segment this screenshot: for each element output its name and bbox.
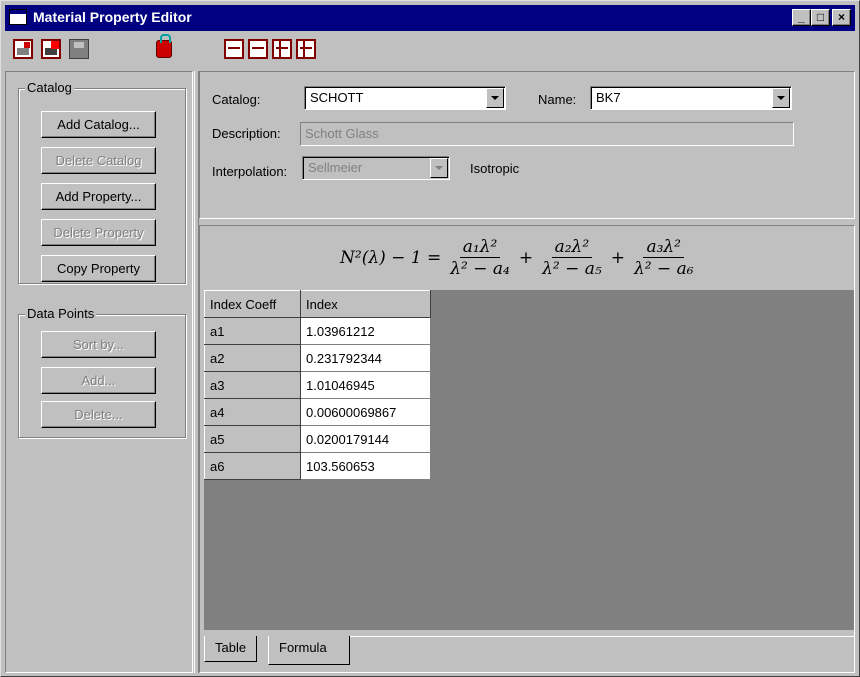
window-title: Material Property Editor xyxy=(33,9,192,25)
tab-formula[interactable]: Formula xyxy=(268,636,350,665)
row-label: a2 xyxy=(204,344,301,372)
index-cell[interactable]: 0.0200179144 xyxy=(300,425,431,453)
interpolation-select-value: Sellmeier xyxy=(308,160,363,175)
delete-data-point-button[interactable]: Delete... xyxy=(41,401,156,428)
table-row: a3 1.01046945 xyxy=(204,371,431,399)
name-select[interactable]: BK7 xyxy=(590,86,792,110)
minimize-button[interactable]: _ xyxy=(792,9,811,26)
index-cell[interactable]: 103.560653 xyxy=(300,452,431,480)
row-label: a6 xyxy=(204,452,301,480)
formula-lhs: N²(λ) − 1 = xyxy=(340,248,442,268)
index-cell[interactable]: 0.231792344 xyxy=(300,344,431,372)
table-row: a2 0.231792344 xyxy=(204,344,431,372)
open-file-icon[interactable] xyxy=(41,39,61,59)
row-label: a1 xyxy=(204,317,301,345)
row-label: a3 xyxy=(204,371,301,399)
open-catalog-icon[interactable] xyxy=(13,39,33,59)
catalog-select-value: SCHOTT xyxy=(310,90,364,105)
table-row: a4 0.00600069867 xyxy=(204,398,431,426)
delete-catalog-button[interactable]: Delete Catalog xyxy=(41,147,156,174)
move-down-icon[interactable] xyxy=(272,39,292,59)
catalog-group-title: Catalog xyxy=(25,80,74,95)
save-icon[interactable] xyxy=(69,39,89,59)
app-icon xyxy=(9,9,27,25)
formula-table-panel: N²(λ) − 1 = a₁λ² λ² − a₄ + a₂λ² λ² − a₅ … xyxy=(199,225,855,673)
coefficient-table: Index Coeff Index a1 1.03961212 a2 0.231… xyxy=(204,290,431,480)
tab-strip: Table Formula xyxy=(200,636,854,672)
lock-icon[interactable] xyxy=(156,34,172,58)
title-bar[interactable]: Material Property Editor _ □ × xyxy=(5,5,855,31)
table-row: a1 1.03961212 xyxy=(204,317,431,345)
formula-term-1: a₁λ² λ² − a₄ xyxy=(450,236,510,279)
delete-row-icon[interactable] xyxy=(248,39,268,59)
table-header-row: Index Coeff Index xyxy=(204,290,431,318)
table-row: a5 0.0200179144 xyxy=(204,425,431,453)
column-header-index-coeff[interactable]: Index Coeff xyxy=(204,290,301,318)
material-property-editor-window: Material Property Editor _ □ × Catalog A… xyxy=(0,0,860,677)
data-points-group-title: Data Points xyxy=(25,306,97,321)
row-label: a4 xyxy=(204,398,301,426)
add-property-button[interactable]: Add Property... xyxy=(41,183,156,210)
formula-plus: + xyxy=(518,248,534,268)
formula-plus: + xyxy=(610,248,625,268)
chevron-down-icon[interactable] xyxy=(772,88,790,108)
left-panel: Catalog Add Catalog... Delete Catalog Ad… xyxy=(5,71,193,673)
index-cell[interactable]: 0.00600069867 xyxy=(300,398,431,426)
description-field[interactable]: Schott Glass xyxy=(300,122,794,146)
name-label: Name: xyxy=(538,92,577,107)
catalog-label: Catalog: xyxy=(212,92,261,107)
close-button[interactable]: × xyxy=(832,9,851,26)
sort-by-button[interactable]: Sort by... xyxy=(41,331,156,358)
copy-property-button[interactable]: Copy Property xyxy=(41,255,156,282)
tab-table[interactable]: Table xyxy=(204,636,258,662)
sellmeier-formula: N²(λ) − 1 = a₁λ² λ² − a₄ + a₂λ² λ² − a₅ … xyxy=(340,230,697,286)
row-label: a5 xyxy=(204,425,301,453)
name-select-value: BK7 xyxy=(596,90,621,105)
chevron-down-icon[interactable] xyxy=(486,88,504,108)
catalog-group: Catalog Add Catalog... Delete Catalog Ad… xyxy=(18,80,186,284)
column-header-index[interactable]: Index xyxy=(300,290,431,318)
toolbar xyxy=(5,33,855,67)
move-up-icon[interactable] xyxy=(296,39,316,59)
interpolation-label: Interpolation: xyxy=(212,164,288,179)
formula-term-3: a₃λ² λ² − a₆ xyxy=(633,236,694,279)
coefficient-grid: Index Coeff Index a1 1.03961212 a2 0.231… xyxy=(204,290,854,630)
tab-strip-line xyxy=(350,636,854,637)
interpolation-select[interactable]: Sellmeier xyxy=(302,156,450,180)
formula-term-2: a₂λ² λ² − a₅ xyxy=(542,236,602,279)
table-row: a6 103.560653 xyxy=(204,452,431,480)
index-cell[interactable]: 1.03961212 xyxy=(300,317,431,345)
isotropy-label: Isotropic xyxy=(470,161,520,176)
delete-property-button[interactable]: Delete Property xyxy=(41,219,156,246)
maximize-button[interactable]: □ xyxy=(811,9,830,26)
catalog-select[interactable]: SCHOTT xyxy=(304,86,506,110)
add-data-point-button[interactable]: Add... xyxy=(41,367,156,394)
chevron-down-icon[interactable] xyxy=(430,158,448,178)
insert-row-icon[interactable] xyxy=(224,39,244,59)
property-panel: Catalog: SCHOTT Name: BK7 Description: S… xyxy=(199,71,855,219)
data-points-group: Data Points Sort by... Add... Delete... xyxy=(18,306,186,438)
add-catalog-button[interactable]: Add Catalog... xyxy=(41,111,156,138)
index-cell[interactable]: 1.01046945 xyxy=(300,371,431,399)
description-label: Description: xyxy=(212,126,281,141)
